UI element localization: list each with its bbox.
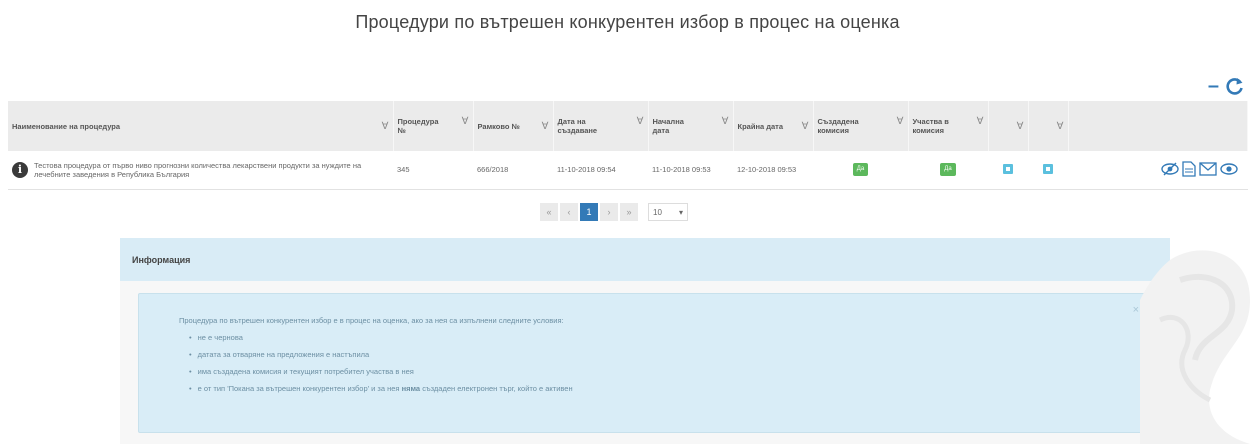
column-header-name[interactable]: Наименование на процедура ∀: [8, 101, 394, 151]
filter-icon[interactable]: ∀: [977, 117, 984, 127]
info-icon[interactable]: i: [12, 161, 28, 178]
next-page-button[interactable]: ›: [600, 203, 618, 221]
refresh-icon[interactable]: [1225, 76, 1245, 96]
cell-name: i Тестова процедура от първо ниво прогно…: [8, 151, 393, 190]
filter-icon[interactable]: ∀: [462, 117, 469, 127]
column-header-extra-2[interactable]: ∀: [1028, 101, 1069, 151]
prev-page-button[interactable]: ‹: [560, 203, 578, 221]
cell-created: 11-10-2018 09:54: [553, 151, 648, 190]
column-header-extra-1[interactable]: ∀: [988, 101, 1029, 151]
status-badge: Да: [940, 163, 956, 177]
list-item-text: е от тип 'Покана за вътрешен конкурентен…: [197, 384, 402, 393]
cell-actions: [1068, 151, 1248, 190]
chevron-down-icon: ▾: [678, 207, 683, 217]
filter-icon[interactable]: ∀: [637, 117, 644, 127]
filter-icon[interactable]: ∀: [897, 117, 904, 127]
last-page-button[interactable]: »: [620, 203, 638, 221]
list-item: датата за отваряне на предложения е наст…: [189, 346, 1149, 363]
collapse-button[interactable]: –: [1208, 76, 1219, 96]
column-header-commission-created[interactable]: Създадена комисия ∀: [813, 101, 909, 151]
column-header-end[interactable]: Крайна дата ∀: [733, 101, 814, 151]
table-toolbar: –: [1208, 76, 1245, 96]
table-row[interactable]: i Тестова процедура от първо ниво прогно…: [8, 151, 1248, 190]
column-label: Участва в комисия: [912, 117, 949, 135]
page-button-current[interactable]: 1: [580, 203, 598, 221]
page-size-select[interactable]: 10 ▾: [648, 203, 688, 221]
lion-watermark: [1140, 240, 1255, 444]
page-title: Процедури по вътрешен конкурентен избор …: [355, 12, 900, 32]
column-label: Създадена комисия: [817, 117, 859, 135]
filter-icon[interactable]: ∀: [382, 121, 389, 131]
filter-icon[interactable]: ∀: [722, 117, 729, 127]
cell-procedure-no: 345: [393, 151, 473, 190]
list-item: не е чернова: [189, 329, 1149, 346]
view-icon[interactable]: [1219, 162, 1238, 178]
filter-icon[interactable]: ∀: [1017, 121, 1024, 131]
pagination: « ‹ 1 › » 10 ▾: [540, 203, 688, 221]
hide-icon[interactable]: [1160, 162, 1179, 178]
column-header-in-commission[interactable]: Участва в комисия ∀: [908, 101, 989, 151]
list-item-emphasis: няма: [401, 384, 421, 393]
procedures-table: Наименование на процедура ∀ Процедура № ∀ …: [8, 101, 1248, 190]
filter-icon[interactable]: ∀: [1057, 121, 1064, 131]
info-intro: Процедура по вътрешен конкурентен избор …: [179, 316, 564, 325]
document-icon[interactable]: [1181, 161, 1196, 179]
column-header-actions: [1068, 101, 1248, 151]
first-page-button[interactable]: «: [540, 203, 558, 221]
column-label: Дата на създаване: [557, 117, 598, 135]
list-item-text: създаден електронен търг, който е активе…: [420, 384, 573, 393]
cell-end: 12-10-2018 09:53: [733, 151, 813, 190]
cell-commission-created: Да: [813, 151, 908, 190]
column-label: Наименование на процедура: [12, 121, 121, 131]
column-header-procedure-no[interactable]: Процедура № ∀: [393, 101, 474, 151]
filter-icon[interactable]: ∀: [542, 121, 549, 131]
cell-extra-2: [1028, 151, 1068, 190]
cell-start: 11-10-2018 09:53: [648, 151, 733, 190]
column-label: Начална дата: [652, 117, 684, 135]
list-item: има създадена комисия и текущият потреби…: [189, 363, 1149, 380]
close-icon[interactable]: ×: [1133, 302, 1139, 319]
cell-framework-no: 666/2018: [473, 151, 553, 190]
info-panel: Информация × Процедура по вътрешен конку…: [120, 238, 1170, 444]
filter-icon[interactable]: ∀: [802, 121, 809, 131]
cell-extra-1: [988, 151, 1028, 190]
cell-in-commission: Да: [908, 151, 988, 190]
info-panel-header: Информация: [120, 238, 1170, 281]
column-label: Процедура №: [397, 117, 439, 135]
table-header-row: Наименование на процедура ∀ Процедура № ∀ …: [8, 101, 1248, 151]
checkbox-icon[interactable]: [1043, 163, 1053, 174]
procedure-name: Тестова процедура от първо ниво прогнозн…: [34, 160, 362, 179]
column-header-created[interactable]: Дата на създаване ∀: [553, 101, 649, 151]
column-label: Крайна дата: [737, 121, 784, 131]
checkbox-icon[interactable]: [1003, 163, 1013, 174]
column-header-framework-no[interactable]: Рамково № ∀: [473, 101, 554, 151]
status-badge: Да: [852, 163, 869, 177]
column-label: Рамково №: [477, 121, 520, 131]
mail-icon[interactable]: [1198, 162, 1217, 178]
page-size-value: 10: [653, 207, 662, 217]
info-alert: × Процедура по вътрешен конкурентен избо…: [138, 293, 1150, 433]
column-header-start[interactable]: Начална дата ∀: [648, 101, 734, 151]
list-item: е от тип 'Покана за вътрешен конкурентен…: [189, 380, 1149, 397]
info-conditions-list: не е чернова датата за отваряне на предл…: [179, 329, 1149, 397]
